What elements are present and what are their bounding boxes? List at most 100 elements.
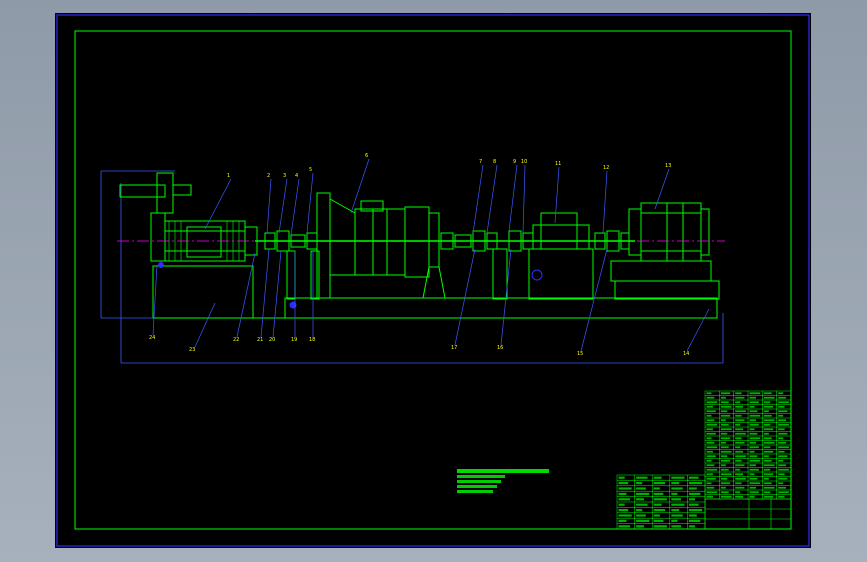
parts-table-cell-text (749, 473, 755, 476)
parts-table-cell-text (778, 437, 784, 440)
parts-table-cell-text (749, 410, 758, 413)
callout-bottom-6: 19 (291, 337, 297, 343)
parts-table-cell-text (706, 401, 718, 404)
parts-table-cell-text (735, 441, 745, 444)
parts-table-cell-text (706, 414, 712, 417)
left-table-cell-text (671, 487, 683, 490)
parts-table-cell-text (735, 495, 744, 498)
callout-top-1: 1 (227, 173, 230, 179)
parts-table-cell-text (778, 450, 785, 453)
left-table-cell-text (618, 487, 632, 490)
parts-table-cell-text (749, 428, 755, 431)
parts-table-cell-text (720, 468, 729, 471)
parts-table-cell-text (763, 459, 772, 462)
left-table-cell-text (671, 514, 683, 517)
parts-table-cell-text (763, 414, 772, 417)
cad-drawing: 1 2 3 4 5 6 7 8 9 10 11 12 13 24 23 22 2… (56, 14, 810, 547)
parts-table-cell-text (720, 437, 731, 440)
left-table-cell-text (636, 503, 648, 506)
callout-top-5: 5 (309, 167, 312, 173)
parts-table-cell-text (720, 410, 728, 413)
left-table-cell-text (653, 509, 666, 512)
callout-bottom-1: 24 (149, 335, 155, 341)
left-table-cell-text (688, 519, 701, 522)
parts-table-cell-text (778, 396, 787, 399)
left-table-cell-text (636, 514, 646, 517)
parts-table-cell-text (720, 464, 726, 467)
parts-table-cell-text (778, 419, 787, 422)
left-table-cell-text (653, 519, 664, 522)
left-table-cell-text (688, 487, 697, 490)
parts-table-cell-text (706, 446, 718, 449)
parts-table-cell-text (720, 459, 731, 462)
parts-table-cell-text (749, 450, 755, 453)
parts-table-cell-text (778, 486, 787, 489)
left-table-cell-text (618, 482, 629, 485)
parts-list-table (704, 390, 792, 500)
parts-table-cell-text (778, 482, 784, 485)
parts-table-cell-text (778, 414, 784, 417)
base-plate (152, 265, 718, 319)
left-table-cell-text (653, 525, 667, 528)
parts-table-cell-text (735, 468, 741, 471)
callout-bottom-7: 18 (309, 337, 315, 343)
parts-table-cell-text (735, 414, 742, 417)
parts-table-cell-text (778, 446, 789, 449)
left-table-cell-text (618, 503, 625, 506)
parts-table-cell-text (720, 486, 726, 489)
parts-table-cell-text (749, 491, 759, 494)
parts-table-cell-text (706, 441, 715, 444)
parts-table-cell-text (763, 410, 769, 413)
parts-table-cell-text (735, 482, 742, 485)
parts-table-cell-text (778, 432, 788, 435)
parts-table-cell-text (706, 477, 716, 480)
parts-table-cell-text (735, 491, 741, 494)
left-table-cell-text (618, 476, 625, 479)
parts-table-cell-text (735, 428, 744, 431)
left-table-cell-text (688, 514, 697, 517)
callout-bottom-9: 16 (497, 345, 503, 351)
callout-top-8: 8 (493, 159, 496, 165)
left-table-cell-text (688, 498, 696, 501)
callout-top-9: 9 (513, 159, 516, 165)
left-table-cell-text (671, 519, 678, 522)
left-table-cell-text (688, 509, 703, 512)
parts-table-cell-text (720, 423, 729, 426)
left-table-cell-text (636, 476, 648, 479)
left-table-cell-text (653, 476, 662, 479)
parts-table-cell-text (720, 401, 729, 404)
parts-table-cell-text (720, 405, 732, 408)
parts-table-cell-text (720, 446, 729, 449)
left-table-cell-text (636, 482, 643, 485)
left-table-cell-text (671, 509, 680, 512)
leader-lines (152, 158, 710, 352)
callout-top-12: 12 (603, 165, 609, 171)
cad-viewport[interactable]: 1 2 3 4 5 6 7 8 9 10 11 12 13 24 23 22 2… (55, 13, 811, 548)
parts-table-cell-text (763, 477, 769, 480)
parts-table-cell-text (735, 396, 745, 399)
parts-table-cell-text (763, 396, 775, 399)
callout-top-10: 10 (521, 159, 527, 165)
parts-table-cell-text (720, 495, 732, 498)
callout-top-2: 2 (267, 173, 270, 179)
parts-table-cell-text (749, 477, 758, 480)
left-table-cell-text (688, 476, 699, 479)
parts-table-cell-text (706, 482, 712, 485)
parts-table-cell-text (735, 437, 742, 440)
parts-table-cell-text (763, 441, 775, 444)
left-table-cell-text (671, 492, 678, 495)
parts-table-cell-text (735, 464, 745, 467)
inner-frame (74, 30, 792, 530)
parts-table-cell-text (735, 432, 746, 435)
bearing-block (528, 212, 594, 300)
parts-table-cell-text (720, 491, 729, 494)
left-table-cell-text (671, 525, 681, 528)
parts-table-cell-text (735, 405, 744, 408)
parts-table-cell-text (720, 419, 726, 422)
parts-table-cell-text (735, 473, 744, 476)
parts-table-cell-text (749, 396, 756, 399)
parts-table-cell-text (763, 468, 771, 471)
left-table-cell-text (636, 498, 645, 501)
parts-table-cell-text (749, 405, 755, 408)
left-table-cell-text (653, 503, 662, 506)
